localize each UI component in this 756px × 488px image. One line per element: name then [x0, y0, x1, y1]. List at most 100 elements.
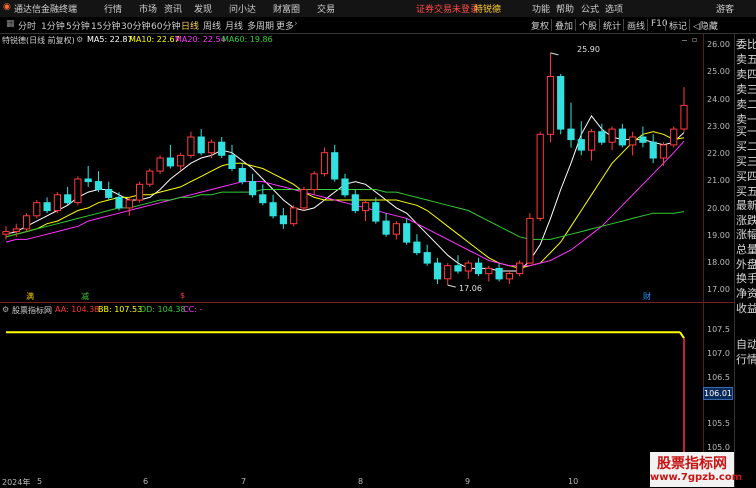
candle-body: [218, 141, 226, 156]
candle-body: [341, 178, 349, 196]
date-label: 6: [143, 477, 149, 486]
candle-body: [310, 173, 318, 191]
candle-body: [618, 128, 626, 146]
current-value-box: 106.01: [703, 387, 733, 400]
candle-body: [12, 228, 20, 232]
candle-body: [557, 76, 565, 130]
candle-body: [320, 152, 329, 175]
quote-label: 卖二: [736, 98, 756, 111]
quote-label: 涨幅: [736, 228, 756, 241]
candle-body: [536, 133, 544, 219]
event-badge[interactable]: $: [179, 291, 186, 300]
candle-body: [372, 202, 380, 222]
ma-line-ma20: [5, 140, 685, 267]
candle-body: [577, 139, 585, 151]
candle-body: [516, 262, 524, 275]
quote-label: 净资: [736, 287, 756, 300]
event-badge[interactable]: 满: [25, 291, 35, 302]
candle-body: [505, 273, 513, 280]
y-tick: 23.00: [707, 122, 730, 131]
quote-label[interactable]: 委比: [736, 36, 756, 52]
price-chart[interactable]: [0, 0, 756, 487]
candle-body: [485, 267, 493, 275]
quote-label: 买三: [736, 155, 756, 168]
y-axis-rule: [703, 34, 704, 476]
candle-body: [53, 194, 61, 212]
event-badge[interactable]: 减: [80, 291, 90, 302]
candle-body: [608, 128, 616, 143]
candle-body: [403, 223, 411, 243]
candle-body: [680, 104, 688, 130]
y-tick: 105.5: [707, 419, 730, 428]
candle-body: [362, 202, 370, 212]
y-tick: 26.00: [707, 40, 730, 49]
date-label: 2024年: [2, 478, 31, 487]
candle-body: [464, 262, 472, 272]
y-tick: 17.00: [707, 285, 730, 294]
y-tick: 106.5: [707, 373, 730, 382]
candle-body: [136, 183, 144, 201]
indicator-bb-tail: [679, 331, 685, 339]
candle-body: [659, 144, 668, 159]
candle-body: [290, 207, 298, 225]
quote-label: 收益: [736, 302, 756, 315]
y-tick: 19.00: [707, 231, 730, 240]
candle-body: [207, 141, 216, 154]
candle-body: [2, 231, 10, 235]
candle-body: [279, 215, 287, 225]
high-marker: [550, 52, 559, 56]
candle-body: [238, 168, 246, 183]
cc-value: CC: -: [183, 305, 203, 314]
date-label: 8: [358, 477, 364, 486]
candle-body: [177, 154, 185, 167]
settings-gear-icon[interactable]: ⚙: [2, 305, 9, 314]
watermark: 股票指标网 www.7gpzb.com: [650, 452, 743, 487]
date-label: 10: [568, 477, 579, 486]
low-marker: [447, 284, 456, 288]
y-tick: 22.00: [707, 149, 730, 158]
date-label: 5: [37, 477, 43, 486]
y-tick: 20.00: [707, 204, 730, 213]
event-badge[interactable]: 财: [642, 291, 652, 302]
candle-body: [115, 196, 123, 209]
candle-body: [475, 262, 483, 275]
candle-body: [649, 141, 657, 159]
candle-body: [423, 252, 431, 264]
candle-body: [94, 181, 103, 191]
candle-body: [125, 199, 133, 209]
bb-value: BB: 107.53: [98, 305, 143, 314]
candle-body: [197, 136, 205, 154]
quote-button[interactable]: 行情: [736, 351, 756, 367]
candle-body: [567, 128, 575, 141]
watermark-url: www.7gpzb.com: [650, 472, 743, 483]
candle-body: [526, 217, 534, 264]
candle-body: [454, 265, 462, 272]
panel-divider: [0, 302, 734, 303]
candle-body: [629, 136, 637, 146]
quote-label: 卖五: [736, 53, 756, 66]
y-tick: 25.00: [707, 67, 730, 76]
candle-body: [331, 152, 339, 180]
candle-body: [269, 202, 277, 217]
candle-body: [146, 170, 154, 185]
candle-body: [639, 136, 647, 143]
candle-body: [444, 265, 452, 280]
candle-body: [433, 262, 442, 280]
candle-body: [228, 154, 236, 169]
candle-body: [495, 267, 503, 280]
candle-body: [23, 215, 31, 230]
auto-button[interactable]: 自动: [736, 336, 756, 352]
candle-body: [105, 189, 113, 198]
candle-body: [413, 241, 421, 254]
candle-body: [249, 181, 257, 196]
candle-body: [64, 194, 72, 204]
quote-label: 最新: [736, 199, 756, 212]
low-price-label: 17.06: [459, 284, 482, 293]
y-tick: 21.00: [707, 176, 730, 185]
candle-body: [300, 189, 308, 209]
indicator-title: 股票指标网: [12, 306, 52, 315]
candle-body: [598, 131, 606, 143]
candle-body: [84, 178, 92, 183]
aa-value: AA: 104.38: [55, 305, 100, 314]
quote-label: 总量: [736, 243, 756, 256]
